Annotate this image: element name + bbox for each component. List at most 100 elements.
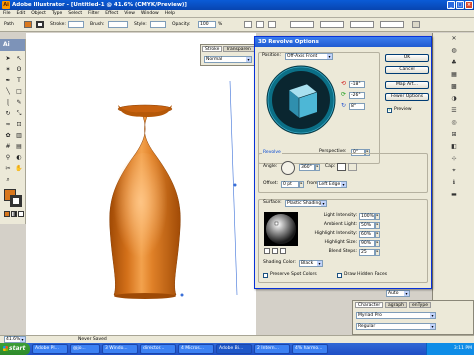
light-intensity-stepper[interactable]: ▸ [375, 213, 380, 220]
eyedropper-tool-icon[interactable]: ⚲ [3, 153, 13, 162]
gradient-panel-icon[interactable]: ▬ [440, 191, 468, 201]
track-cube-widget[interactable] [265, 64, 337, 136]
angle-field[interactable]: 360° [299, 164, 315, 171]
tab-opentype[interactable]: enType [409, 302, 431, 308]
offset-field[interactable]: 0 pt [281, 181, 299, 188]
highlight-size-field[interactable]: 90% [359, 240, 375, 247]
pencil-tool-icon[interactable]: ✎ [14, 98, 24, 107]
line-tool-icon[interactable]: ╲ [3, 87, 13, 96]
x-rotation-field[interactable]: -18° [349, 81, 365, 88]
dock-close-icon[interactable]: ✕ [440, 35, 468, 45]
z-rotation-field[interactable]: 8° [349, 103, 365, 110]
direct-selection-tool-icon[interactable]: ↖ [14, 54, 24, 63]
ambient-light-stepper[interactable]: ▸ [375, 222, 380, 229]
tab-transparency[interactable]: Transparen [223, 46, 255, 52]
info-icon[interactable]: ℹ [440, 179, 468, 189]
stroke-swatch[interactable] [36, 21, 44, 28]
angle-stepper[interactable]: ▸ [315, 164, 320, 171]
minimize-icon[interactable]: _ [447, 1, 455, 9]
menu-type[interactable]: Type [49, 10, 65, 18]
magic-wand-tool-icon[interactable]: ✶ [3, 65, 13, 74]
mesh-tool-icon[interactable]: # [3, 142, 13, 151]
transform-icon[interactable] [256, 21, 264, 28]
none-mode-icon[interactable] [18, 211, 24, 217]
taskbar-item[interactable]: Adobe Pl... [32, 344, 68, 354]
zoom-select[interactable]: Auto [386, 290, 410, 297]
preview-checkbox[interactable]: ✓ [387, 108, 392, 113]
menu-filter[interactable]: Filter [85, 10, 102, 18]
symbols-icon[interactable]: ♣ [440, 59, 468, 69]
highlight-intensity-field[interactable]: 60% [359, 231, 375, 238]
gradient-tool-icon[interactable]: ▤ [14, 142, 24, 151]
ambient-light-field[interactable]: 50% [359, 222, 375, 229]
height-field[interactable] [380, 21, 404, 28]
tab-stroke[interactable]: Stroke [202, 46, 223, 52]
width-field[interactable] [350, 21, 374, 28]
y-coordinate-field[interactable] [320, 21, 344, 28]
blend-steps-field[interactable]: 25 [359, 249, 375, 256]
taskbar-item[interactable]: 4% harmo... [292, 344, 328, 354]
blend-mode-select[interactable]: Normal [204, 56, 252, 63]
lasso-tool-icon[interactable]: ʘ [14, 65, 24, 74]
taskbar-item[interactable]: 2 Intern... [254, 344, 290, 354]
panel-menu-icon[interactable] [412, 21, 420, 28]
brushes-icon[interactable]: ◍ [440, 47, 468, 57]
rotate-tool-icon[interactable]: ↻ [3, 109, 13, 118]
y-rotation-field[interactable]: -26° [349, 92, 365, 99]
menu-select[interactable]: Select [65, 10, 85, 18]
menu-object[interactable]: Object [28, 10, 49, 18]
offset-stepper[interactable]: ▸ [299, 181, 304, 188]
graph-tool-icon[interactable]: ▥ [14, 131, 24, 140]
fill-swatch[interactable] [24, 21, 32, 28]
menu-edit[interactable]: Edit [14, 10, 29, 18]
maximize-icon[interactable]: □ [456, 1, 464, 9]
pen-tool-icon[interactable]: ✒ [3, 76, 13, 85]
paintbrush-tool-icon[interactable]: ɭ [3, 98, 13, 107]
taskbar-item-active[interactable]: Adobe Bi... [216, 344, 252, 354]
opacity-field[interactable]: 100 [198, 21, 216, 28]
draw-hidden-faces-checkbox[interactable] [337, 273, 342, 278]
swatches-icon[interactable]: ▩ [440, 83, 468, 93]
symbol-sprayer-tool-icon[interactable]: ✿ [3, 131, 13, 140]
menu-view[interactable]: View [121, 10, 138, 18]
surface-select[interactable]: Plastic Shading [285, 200, 327, 207]
angle-dial-icon[interactable] [281, 161, 295, 175]
blend-tool-icon[interactable]: ◐ [14, 153, 24, 162]
taskbar-item[interactable]: director... [140, 344, 176, 354]
type-tool-icon[interactable]: T [14, 76, 24, 85]
font-family-select[interactable]: Myriad Pro [356, 312, 436, 319]
color-mode-icon[interactable] [4, 211, 10, 217]
style-select[interactable] [150, 21, 166, 28]
zoom-tool-icon[interactable]: ⌕ [3, 175, 13, 184]
blend-steps-stepper[interactable]: ▸ [375, 249, 380, 256]
move-light-back-icon[interactable] [264, 248, 270, 254]
close-icon[interactable]: × [465, 1, 473, 9]
shading-color-select[interactable]: Black [299, 260, 323, 267]
highlight-size-stepper[interactable]: ▸ [375, 240, 380, 247]
tab-paragraph[interactable]: agraph [385, 302, 407, 308]
transform-panel-icon[interactable]: ⊹ [440, 155, 468, 165]
map-art-button[interactable]: Map Art... [385, 81, 429, 89]
menu-window[interactable]: Window [138, 10, 162, 18]
cancel-button[interactable]: Cancel [385, 66, 429, 74]
menu-file[interactable]: File [0, 10, 14, 18]
tab-character[interactable]: Character [355, 302, 384, 308]
scissors-tool-icon[interactable]: ✂ [3, 164, 13, 173]
from-select[interactable]: Left Edge [317, 181, 347, 188]
menu-effect[interactable]: Effect [102, 10, 121, 18]
pathfinder-icon[interactable]: ◧ [440, 143, 468, 153]
stroke-weight-field[interactable] [68, 21, 84, 28]
cap-off-icon[interactable] [348, 163, 357, 171]
warp-tool-icon[interactable]: ≈ [3, 120, 13, 129]
taskbar-item[interactable]: 4 Micros... [178, 344, 214, 354]
taskbar-item[interactable]: @jo... [70, 344, 100, 354]
artboard-canvas[interactable] [26, 33, 256, 335]
x-coordinate-field[interactable] [290, 21, 314, 28]
distribute-icon[interactable] [268, 21, 276, 28]
system-tray-clock[interactable]: 3:11 PM [426, 343, 474, 355]
layers-icon[interactable]: ☰ [440, 107, 468, 117]
fewer-options-button[interactable]: Fewer Options [385, 93, 429, 101]
highlight-intensity-stepper[interactable]: ▸ [375, 231, 380, 238]
scale-tool-icon[interactable]: ⤡ [14, 109, 24, 118]
graphic-styles-icon[interactable]: ▦ [440, 71, 468, 81]
